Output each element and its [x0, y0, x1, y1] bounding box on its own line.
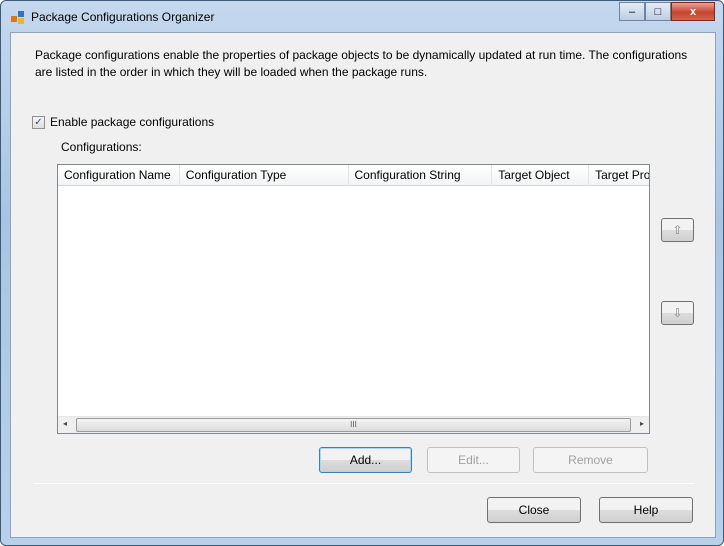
configurations-label: Configurations:	[61, 140, 142, 154]
scroll-left-icon[interactable]: ◂	[63, 419, 67, 428]
column-target-property[interactable]: Target Pro	[589, 165, 649, 186]
enable-label-text: Enable package configurations	[50, 115, 215, 129]
add-button[interactable]: Add...	[319, 447, 412, 473]
scroll-right-icon[interactable]: ▸	[640, 419, 644, 428]
description-text: Package configurations enable the proper…	[35, 48, 688, 79]
minimize-button[interactable]: –	[619, 2, 645, 21]
horizontal-scrollbar[interactable]: ◂ III ▸	[58, 416, 649, 433]
close-button[interactable]: Close	[487, 497, 581, 523]
separator	[34, 483, 694, 484]
enable-configurations-label[interactable]: Enable package configurations	[50, 115, 214, 129]
edit-button[interactable]: Edit...	[427, 447, 520, 473]
configurations-list[interactable]: Configuration Name Configuration Type Co…	[57, 164, 650, 434]
column-configuration-name[interactable]: Configuration Name	[58, 165, 180, 186]
help-button[interactable]: Help	[599, 497, 693, 523]
list-header: Configuration Name Configuration Type Co…	[58, 165, 649, 186]
remove-button[interactable]: Remove	[533, 447, 648, 473]
app-icon	[11, 10, 25, 24]
column-target-object[interactable]: Target Object	[492, 165, 590, 186]
column-configuration-type[interactable]: Configuration Type	[180, 165, 349, 186]
move-up-button[interactable]: ⇧	[661, 218, 694, 242]
dialog-client: Package configurations enable the proper…	[10, 32, 716, 538]
close-window-button[interactable]: x	[671, 2, 715, 21]
enable-configurations-checkbox[interactable]: ✓	[32, 116, 45, 129]
scrollbar-thumb[interactable]: III	[76, 418, 631, 432]
window-title: Package Configurations Organizer	[31, 10, 215, 24]
maximize-button[interactable]: □	[645, 2, 671, 21]
move-down-button[interactable]: ⇩	[661, 301, 694, 325]
dialog-window: Package Configurations Organizer – □ x P…	[0, 0, 724, 546]
arrow-up-icon: ⇧	[672, 223, 683, 237]
arrow-down-icon: ⇩	[672, 306, 683, 320]
column-configuration-string[interactable]: Configuration String	[349, 165, 493, 186]
